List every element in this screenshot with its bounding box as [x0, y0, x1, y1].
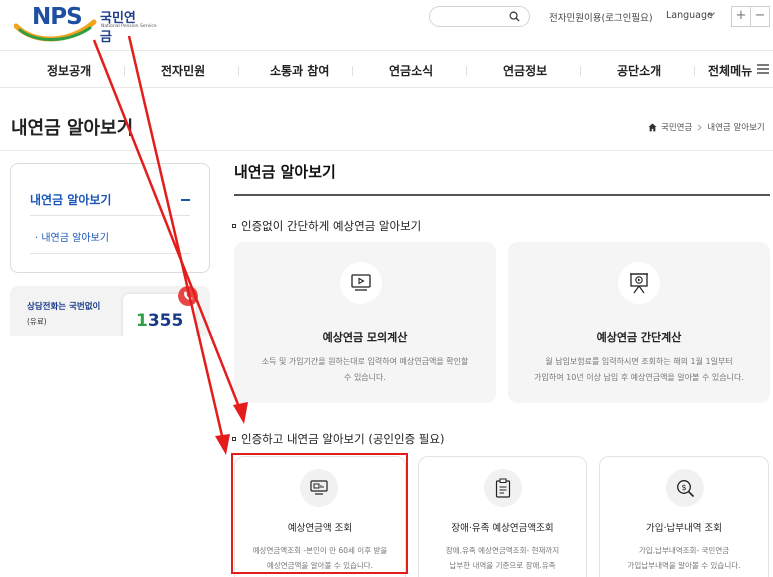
nav-item-pension-info[interactable]: 연금정보 — [503, 62, 547, 79]
card-description: 장애.유족 예상연금액조회- 현재까지 — [445, 546, 560, 555]
card-title: 예상연금 간단계산 — [596, 331, 682, 344]
divider — [30, 253, 190, 254]
divider — [0, 150, 773, 151]
nav-item-e-civil[interactable]: 전자민원 — [161, 62, 205, 79]
nav-item-pension-news[interactable]: 연금소식 — [389, 62, 433, 79]
e-civil-login-link[interactable]: 전자민원이용(로그인필요) — [549, 10, 653, 24]
collapse-icon[interactable] — [181, 199, 190, 201]
phone-sub-label: (유료) — [27, 317, 47, 326]
card-simple-calculation[interactable]: 예상연금 간단계산 월 납입보험료를 입력하시면 조회하는 해의 1월 1일부터… — [508, 242, 770, 403]
site-header: NPS 국민연금 National Pension Service 전자민원이용… — [0, 0, 773, 46]
card-subscription-payment-inquiry[interactable]: $ 가입·납부내역 조회 가입.납부내역조회- 국민연금 가입납부내역을 알아볼… — [599, 456, 769, 577]
breadcrumb: 국민연금 내연금 알아보기 — [648, 121, 765, 133]
zoom-out-button[interactable]: − — [750, 6, 770, 27]
card-mock-calculation[interactable]: 예상연금 모의계산 소득 및 가입기간을 원하는대로 입력하여 예상연금액을 확… — [234, 242, 496, 403]
arrow-head-icon — [215, 434, 230, 455]
phone-label: 상담전화는 국번없이 — [27, 302, 101, 312]
section-heading-no-cert: 인증없이 간단하게 예상연금 알아보기 — [232, 218, 421, 234]
section-heading-text: 인증없이 간단하게 예상연금 알아보기 — [241, 219, 422, 233]
nav-divider — [124, 66, 125, 76]
arrow-head-icon — [233, 402, 248, 424]
card-description: 수 있습니다. — [344, 373, 386, 382]
card-icon-bg — [618, 262, 660, 304]
sidebar-item-my-pension[interactable]: 내연금 알아보기 — [30, 191, 111, 208]
chevron-right-icon — [697, 123, 702, 131]
card-description: 납부한 내역을 기준으로 장애.유족 — [449, 561, 556, 570]
divider — [234, 194, 770, 196]
sidebar-subitem-my-pension[interactable]: · 내연금 알아보기 — [35, 229, 109, 244]
breadcrumb-item[interactable]: 내연금 알아보기 — [707, 121, 764, 133]
hamburger-menu-icon[interactable] — [757, 64, 769, 74]
sidebar-menu: 내연금 알아보기 · 내연금 알아보기 — [10, 163, 210, 273]
section-heading-with-cert: 인증하고 내연금 알아보기 (공인인증 필요) — [232, 431, 444, 447]
nav-divider — [694, 66, 695, 76]
search-icon[interactable] — [509, 11, 520, 22]
clipboard-icon — [495, 478, 511, 498]
page-title: 내연금 알아보기 — [11, 118, 134, 139]
home-icon[interactable] — [648, 122, 657, 132]
logo-nps-text: NPS — [32, 4, 83, 30]
content-title: 내연금 알아보기 — [234, 163, 336, 181]
card-description: 가입납부내역을 알아볼 수 있습니다. — [627, 561, 741, 570]
bullet-square-icon — [232, 224, 236, 228]
card-icon-bg — [340, 262, 382, 304]
phone-number: 1355 — [136, 311, 184, 331]
highlight-box — [231, 453, 408, 574]
svg-text:$: $ — [681, 483, 686, 492]
phone-icon — [178, 286, 198, 306]
card-description: 가입하여 10년 이상 납입 후 예상연금액을 알아볼 수 있습니다. — [534, 373, 744, 382]
nav-item-about[interactable]: 공단소개 — [617, 62, 661, 79]
card-disability-survivor-inquiry[interactable]: 장애·유족 예상연금액조회 장애.유족 예상연금액조회- 현재까지 납부한 내역… — [418, 456, 587, 577]
nav-divider — [466, 66, 467, 76]
card-description: 소득 및 가입기간을 원하는대로 입력하여 예상연금액을 확인할 — [261, 357, 469, 366]
card-title: 가입·납부내역 조회 — [646, 523, 722, 534]
coin-search-icon: $ — [677, 480, 695, 498]
nav-divider — [352, 66, 353, 76]
nav-divider — [238, 66, 239, 76]
language-selector[interactable]: Language — [666, 10, 713, 21]
nav-item-all-menu[interactable]: 전체메뉴 — [708, 62, 752, 79]
search-box — [429, 6, 530, 27]
main-navigation: 정보공개 전자민원 소통과 참여 연금소식 연금정보 공단소개 전체메뉴 — [0, 50, 773, 88]
nav-item-communication[interactable]: 소통과 참여 — [270, 62, 329, 79]
nav-divider — [580, 66, 581, 76]
video-monitor-icon — [351, 274, 371, 291]
nav-item-info-disclosure[interactable]: 정보공개 — [47, 62, 91, 79]
card-title: 예상연금 모의계산 — [322, 331, 408, 344]
divider — [30, 215, 190, 216]
phone-consult-banner: 상담전화는 국번없이 (유료) 1355 — [10, 286, 210, 336]
card-description: 월 납입보험료를 입력하시면 조회하는 해의 1월 1일부터 — [545, 357, 733, 366]
section-heading-text: 인증하고 내연금 알아보기 (공인인증 필요) — [241, 432, 445, 446]
breadcrumb-item[interactable]: 국민연금 — [661, 121, 692, 133]
card-icon-bg — [484, 469, 522, 507]
zoom-in-button[interactable]: + — [731, 6, 751, 27]
logo-english-text: National Pension Service — [101, 24, 157, 29]
card-description: 가입.납부내역조회- 국민연금 — [638, 546, 730, 555]
chevron-down-icon — [708, 12, 715, 17]
nps-logo[interactable]: NPS 국민연금 National Pension Service — [14, 4, 157, 45]
presentation-board-icon — [630, 273, 648, 294]
bullet-square-icon — [232, 437, 236, 441]
card-icon-bg: $ — [666, 469, 704, 507]
search-input[interactable] — [438, 9, 508, 24]
card-title: 장애·유족 예상연금액조회 — [451, 523, 554, 534]
